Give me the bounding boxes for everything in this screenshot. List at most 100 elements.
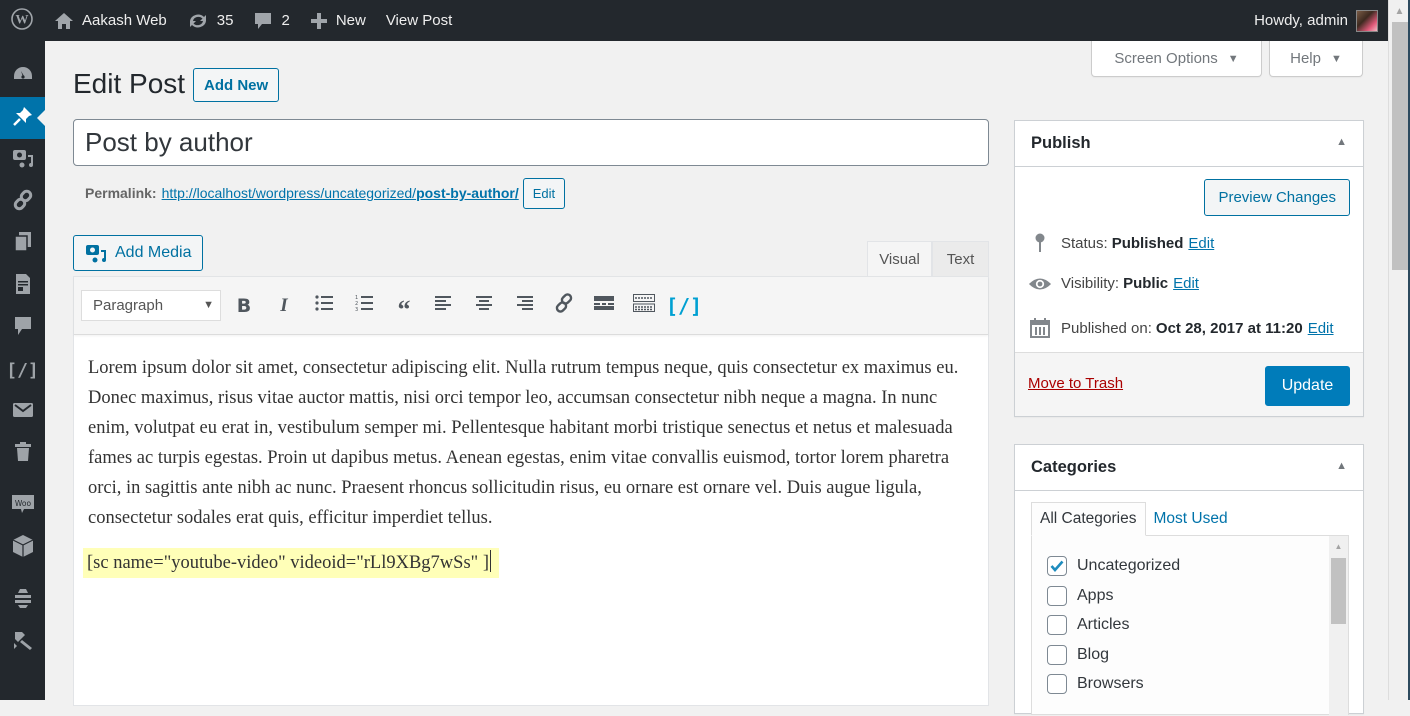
editor-content[interactable]: Lorem ipsum dolor sit amet, consectetur … bbox=[74, 335, 988, 611]
shortcode-icon: [/] bbox=[665, 293, 703, 318]
plus-icon bbox=[310, 12, 328, 30]
read-more-button[interactable] bbox=[584, 290, 624, 321]
publish-box-header[interactable]: Publish ▲ bbox=[1015, 121, 1363, 167]
category-item[interactable]: Browsers bbox=[1047, 674, 1144, 694]
permalink-row: Permalink: http://localhost/wordpress/un… bbox=[85, 177, 566, 209]
my-account-link[interactable]: Howdy, admin bbox=[1244, 0, 1388, 41]
sidebar-item-products[interactable] bbox=[0, 527, 45, 569]
view-post-link[interactable]: View Post bbox=[376, 0, 462, 41]
tools-icon bbox=[12, 629, 34, 656]
bold-icon: B bbox=[236, 294, 252, 317]
category-label: Uncategorized bbox=[1077, 557, 1181, 574]
comments-count: 2 bbox=[281, 12, 290, 29]
category-item[interactable]: Articles bbox=[1047, 615, 1129, 635]
sidebar-item-media[interactable] bbox=[0, 139, 45, 181]
shortcode-button[interactable]: [/] bbox=[664, 290, 704, 321]
scroll-up-arrow[interactable]: ▲ bbox=[1389, 0, 1410, 22]
wordpress-logo-button[interactable]: W bbox=[0, 0, 44, 41]
greeting: Howdy, admin bbox=[1254, 12, 1348, 29]
edit-date-link[interactable]: Edit bbox=[1308, 320, 1334, 337]
bold-button[interactable]: B bbox=[224, 290, 264, 321]
toolbar-toggle-button[interactable] bbox=[624, 290, 664, 321]
shortcode-text: [sc name="youtube-video" videoid="rLl9XB… bbox=[83, 548, 499, 578]
bulleted-list-button[interactable] bbox=[304, 290, 344, 321]
trash-icon bbox=[14, 441, 32, 468]
category-item[interactable]: Blog bbox=[1047, 645, 1109, 665]
update-button[interactable]: Update bbox=[1265, 366, 1350, 406]
tab-text[interactable]: Text bbox=[932, 241, 989, 277]
comments-link[interactable]: 2 bbox=[243, 0, 299, 41]
screen-options-button[interactable]: Screen Options ▼ bbox=[1091, 41, 1262, 77]
edit-visibility-link[interactable]: Edit bbox=[1173, 275, 1199, 292]
align-right-button[interactable] bbox=[504, 290, 544, 321]
comment-icon bbox=[253, 11, 273, 31]
tab-all-categories[interactable]: All Categories bbox=[1031, 502, 1146, 536]
insert-link-button[interactable] bbox=[544, 290, 584, 321]
collapse-arrow-icon[interactable]: ▲ bbox=[1336, 460, 1347, 472]
sidebar-item-trash[interactable] bbox=[0, 433, 45, 475]
sidebar-item-plugin[interactable] bbox=[0, 579, 45, 621]
category-item[interactable]: Apps bbox=[1047, 586, 1113, 606]
view-post-label: View Post bbox=[385, 12, 453, 29]
categories-box-header[interactable]: Categories ▲ bbox=[1015, 445, 1363, 491]
wordpress-logo-icon: W bbox=[11, 7, 33, 34]
sidebar-item-forms[interactable] bbox=[0, 265, 45, 307]
tab-visual[interactable]: Visual bbox=[867, 241, 932, 277]
published-on-value: Oct 28, 2017 at 11:20 bbox=[1155, 319, 1303, 337]
sidebar-item-pages[interactable] bbox=[0, 223, 45, 265]
category-label: Browsers bbox=[1077, 675, 1144, 692]
tab-most-used[interactable]: Most Used bbox=[1146, 502, 1236, 536]
sidebar-item-comments[interactable] bbox=[0, 307, 45, 349]
category-item[interactable]: Uncategorized bbox=[1047, 556, 1180, 576]
format-select[interactable]: Paragraph ▼ bbox=[81, 290, 221, 321]
updates-icon bbox=[187, 12, 209, 30]
help-button[interactable]: Help ▼ bbox=[1269, 41, 1363, 77]
site-name-link[interactable]: Aakash Web bbox=[44, 0, 177, 41]
sidebar-item-shortcodes[interactable]: [/] bbox=[0, 349, 45, 391]
sidebar-item-links[interactable] bbox=[0, 181, 45, 223]
sidebar-item-tools[interactable] bbox=[0, 621, 45, 663]
forms-icon bbox=[14, 273, 32, 300]
edit-permalink-button[interactable]: Edit bbox=[522, 177, 566, 209]
scrollbar-thumb[interactable] bbox=[1331, 558, 1346, 624]
category-scrollbar[interactable]: ▲ bbox=[1329, 536, 1348, 716]
woocommerce-icon: Woo bbox=[11, 492, 35, 521]
updates-link[interactable]: 35 bbox=[177, 0, 244, 41]
sidebar-item-dashboard[interactable] bbox=[0, 55, 45, 97]
sidebar-item-posts[interactable] bbox=[0, 97, 45, 139]
site-name: Aakash Web bbox=[82, 12, 167, 29]
add-media-button[interactable]: Add Media bbox=[73, 235, 203, 271]
post-title-input[interactable]: Post by author bbox=[73, 119, 989, 166]
align-center-icon bbox=[475, 295, 493, 316]
admin-sidebar: [/] Woo bbox=[0, 41, 45, 700]
move-to-trash-link[interactable]: Move to Trash bbox=[1028, 375, 1123, 392]
permalink-base: http://localhost/wordpress/uncategorized… bbox=[161, 185, 417, 201]
align-center-button[interactable] bbox=[464, 290, 504, 321]
sidebar-item-mail[interactable] bbox=[0, 391, 45, 433]
new-content-link[interactable]: New bbox=[300, 0, 376, 41]
category-label: Articles bbox=[1077, 616, 1130, 633]
category-checkbox[interactable] bbox=[1047, 586, 1067, 606]
add-media-label: Add Media bbox=[115, 244, 192, 261]
visibility-value: Public bbox=[1123, 275, 1169, 292]
scrollbar-thumb[interactable] bbox=[1392, 22, 1408, 270]
scroll-up-arrow[interactable]: ▲ bbox=[1329, 536, 1348, 556]
collapse-arrow-icon[interactable]: ▲ bbox=[1336, 136, 1347, 148]
permalink-link[interactable]: http://localhost/wordpress/uncategorized… bbox=[162, 185, 519, 201]
link-icon bbox=[553, 292, 575, 319]
category-checkbox[interactable] bbox=[1047, 674, 1067, 694]
edit-status-link[interactable]: Edit bbox=[1188, 235, 1214, 252]
post-paragraph: Lorem ipsum dolor sit amet, consectetur … bbox=[88, 358, 959, 528]
preview-changes-button[interactable]: Preview Changes bbox=[1204, 179, 1350, 216]
align-left-button[interactable] bbox=[424, 290, 464, 321]
category-checkbox[interactable] bbox=[1047, 556, 1067, 576]
numbered-list-button[interactable]: 123 bbox=[344, 290, 384, 321]
add-new-button[interactable]: Add New bbox=[193, 68, 280, 102]
sidebar-item-woocommerce[interactable]: Woo bbox=[0, 485, 45, 527]
pin-icon bbox=[1028, 233, 1052, 253]
blockquote-button[interactable]: “ bbox=[384, 290, 424, 322]
category-checkbox[interactable] bbox=[1047, 645, 1067, 665]
category-checkbox[interactable] bbox=[1047, 615, 1067, 635]
italic-button[interactable]: I bbox=[264, 290, 304, 321]
page-scrollbar[interactable]: ▲ bbox=[1388, 0, 1410, 700]
